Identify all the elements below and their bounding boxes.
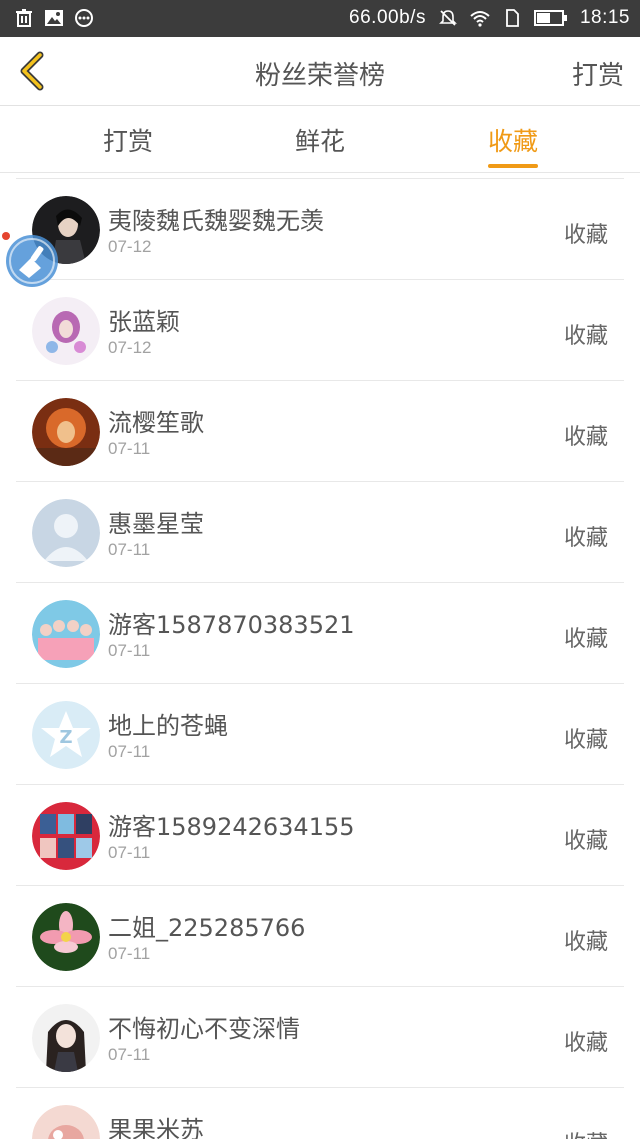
- date: 07-11: [108, 944, 151, 963]
- tab-reward[interactable]: 打赏: [68, 122, 188, 158]
- favorite-label: 收藏: [563, 930, 608, 955]
- favorite-label: 收藏: [563, 728, 608, 753]
- favorite-label: 收藏: [563, 223, 608, 248]
- avatar: [32, 1105, 100, 1139]
- broom-icon[interactable]: [5, 234, 59, 288]
- date: 07-11: [108, 540, 151, 559]
- status-right: 66.00b/s 18:15: [349, 7, 630, 29]
- user-name: 游客1589242634155: [108, 813, 355, 841]
- list-item[interactable]: 游客1587870383521 07-11 收藏: [16, 583, 624, 684]
- list-item[interactable]: 二姐_225285766 07-11 收藏: [16, 886, 624, 987]
- favorite-label: 收藏: [563, 425, 608, 450]
- page-title: 粉丝荣誉榜: [254, 61, 385, 91]
- clock: 18:15: [579, 7, 630, 28]
- user-name: 张蓝颖: [108, 308, 180, 336]
- date: 07-11: [108, 641, 151, 660]
- favorite-label: 收藏: [563, 829, 608, 854]
- user-name: 夷陵魏氏魏婴魏无羡: [108, 207, 324, 235]
- favorite-label: 收藏: [563, 324, 608, 349]
- favorite-label: 收藏: [563, 526, 608, 551]
- user-name: 果果米苏: [108, 1116, 204, 1139]
- list-item[interactable]: 流樱笙歌 07-11 收藏: [16, 381, 624, 482]
- date: 07-11: [108, 843, 151, 862]
- mute-icon: [439, 10, 457, 26]
- list-item[interactable]: 惠墨星莹 07-11 收藏: [16, 482, 624, 583]
- tab-bar: 打赏 鲜花 收藏: [0, 106, 640, 173]
- list-item[interactable]: 果果米苏 收藏: [16, 1088, 624, 1139]
- user-name: 地上的苍蝇: [108, 712, 228, 740]
- svg-text:Z: Z: [59, 727, 72, 748]
- sim-icon: [506, 9, 519, 27]
- network-speed: 66.00b/s: [349, 7, 426, 28]
- list-item[interactable]: 游客1589242634155 07-11 收藏: [16, 785, 624, 886]
- list-item[interactable]: 张蓝颖 07-12 收藏: [16, 280, 624, 381]
- reward-button[interactable]: 打赏: [572, 55, 624, 92]
- list-item[interactable]: 不悔初心不变深情 07-11 收藏: [16, 987, 624, 1088]
- image-icon: [45, 10, 63, 26]
- trash-icon: [16, 9, 32, 27]
- user-name: 流樱笙歌: [108, 409, 204, 437]
- avatar: [32, 802, 100, 870]
- favorite-label: 收藏: [563, 1031, 608, 1056]
- user-name: 惠墨星莹: [108, 510, 204, 538]
- wifi-icon: [470, 11, 490, 27]
- avatar: [32, 499, 100, 567]
- tab-flowers[interactable]: 鲜花: [260, 122, 380, 158]
- date: 07-11: [108, 742, 151, 761]
- user-name: 二姐_225285766: [108, 914, 306, 942]
- user-name: 游客1587870383521: [108, 611, 355, 639]
- app-header: 粉丝荣誉榜 打赏: [0, 37, 640, 106]
- list-item[interactable]: 夷陵魏氏魏婴魏无羡 07-12 收藏: [16, 179, 624, 280]
- date: 07-12: [108, 338, 152, 357]
- date: 07-11: [108, 1045, 151, 1064]
- avatar: [32, 600, 100, 668]
- date: 07-11: [108, 439, 151, 458]
- avatar: Z: [32, 701, 100, 769]
- favorite-label: 收藏: [564, 1126, 608, 1139]
- favorite-label: 收藏: [563, 627, 608, 652]
- fan-list: 夷陵魏氏魏婴魏无羡 07-12 收藏 张蓝颖 07-12 收藏 流樱笙歌 07-…: [16, 178, 624, 1139]
- battery-icon: [533, 10, 567, 26]
- status-left-icons: [14, 8, 94, 28]
- user-name: 不悔初心不变深情: [108, 1015, 300, 1043]
- tab-favorites[interactable]: 收藏: [453, 122, 573, 158]
- list-item[interactable]: Z 地上的苍蝇 07-11 收藏: [16, 684, 624, 785]
- avatar: [32, 297, 100, 365]
- status-bar: 66.00b/s 18:15: [0, 0, 640, 37]
- date: 07-12: [108, 237, 152, 256]
- more-icon: [75, 9, 93, 27]
- avatar: [32, 903, 100, 971]
- avatar: [32, 398, 100, 466]
- avatar: [32, 1004, 100, 1072]
- active-tab-indicator: [488, 164, 538, 168]
